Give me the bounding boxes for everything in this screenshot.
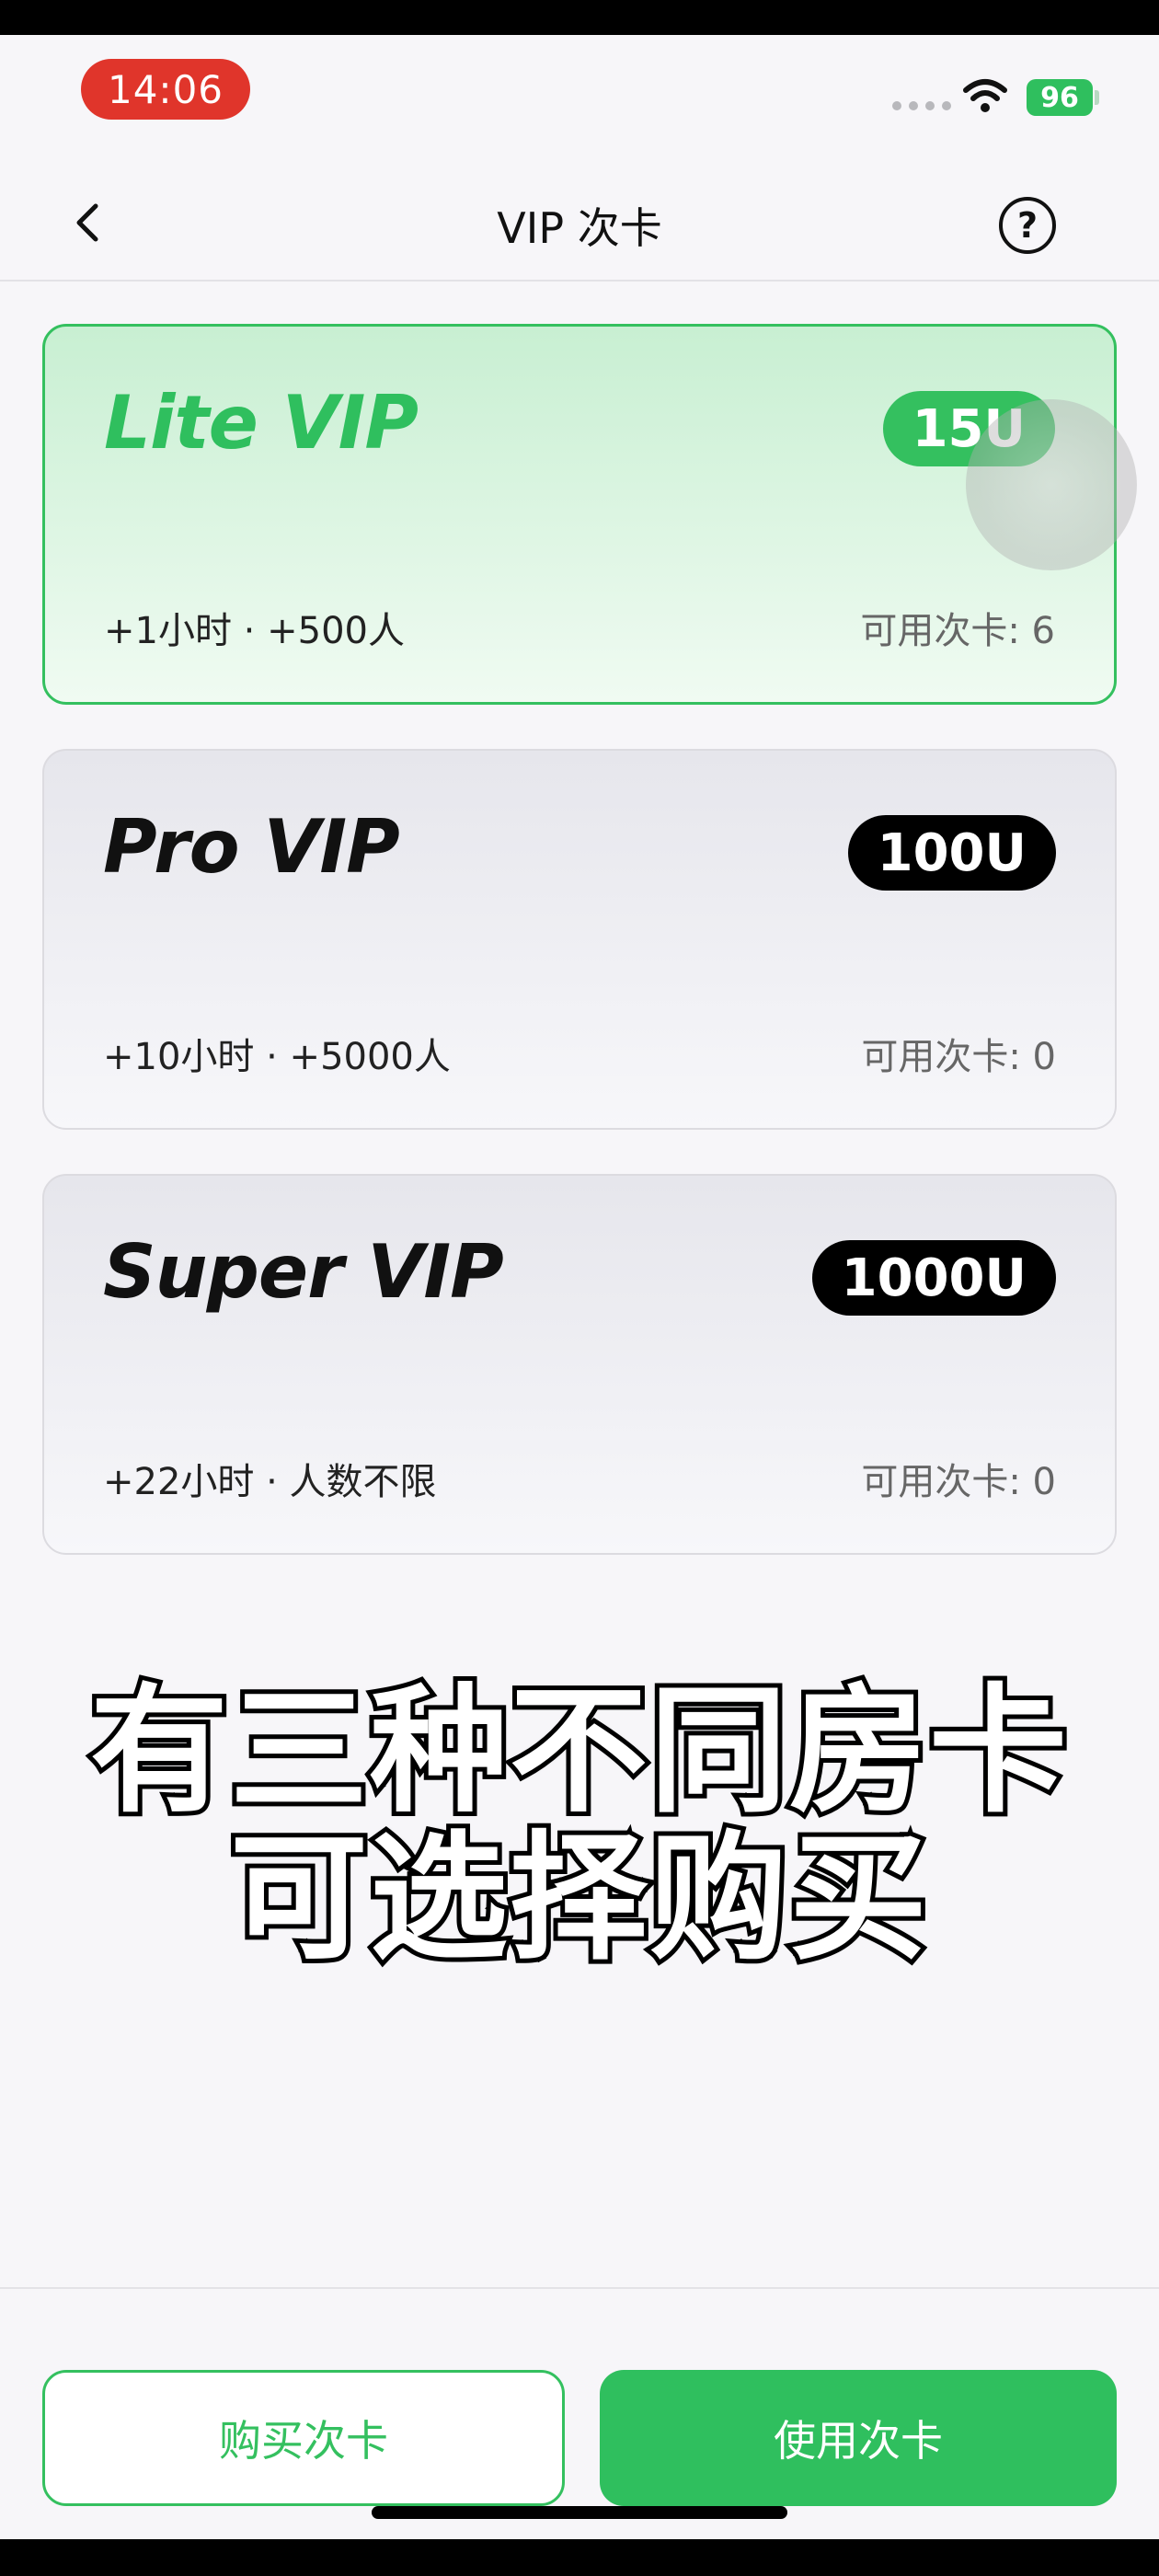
battery-nub xyxy=(1095,90,1099,105)
price-badge: 100U xyxy=(847,815,1056,891)
card-name: Super VIP xyxy=(103,1229,504,1315)
nav-bar: VIP 次卡 ? xyxy=(0,164,1159,282)
card-name: Pro VIP xyxy=(103,804,400,890)
touch-indicator xyxy=(966,399,1137,570)
bottom-action-bar: 购买次卡 使用次卡 xyxy=(0,2287,1159,2539)
card-available-count: 可用次卡: 0 xyxy=(861,1036,1056,1078)
card-benefits: +10小时 · +5000人 xyxy=(103,1036,451,1078)
help-glyph: ? xyxy=(1016,205,1039,246)
card-available-count: 可用次卡: 6 xyxy=(860,610,1055,652)
card-benefits: +22小时 · 人数不限 xyxy=(103,1461,437,1503)
card-benefits: +1小时 · +500人 xyxy=(104,610,405,652)
buy-card-button[interactable]: 购买次卡 xyxy=(42,2370,565,2506)
battery-icon: 96 xyxy=(1027,79,1093,116)
vip-card-pro[interactable]: Pro VIP 100U +10小时 · +5000人 可用次卡: 0 xyxy=(42,749,1117,1130)
help-question-icon[interactable]: ? xyxy=(999,197,1056,254)
caption-line-2: 可选择购买 xyxy=(225,1814,932,1984)
vip-card-super[interactable]: Super VIP 1000U +22小时 · 人数不限 可用次卡: 0 xyxy=(42,1174,1117,1555)
battery-level: 96 xyxy=(1040,81,1079,114)
status-time: 14:06 xyxy=(81,59,250,120)
cellular-signal-icon xyxy=(892,101,951,110)
use-card-button[interactable]: 使用次卡 xyxy=(600,2370,1117,2506)
card-available-count: 可用次卡: 0 xyxy=(861,1461,1056,1503)
vip-card-lite[interactable]: Lite VIP 15U +1小时 · +500人 可用次卡: 6 xyxy=(42,324,1117,705)
card-name: Lite VIP xyxy=(104,380,419,466)
home-indicator[interactable] xyxy=(372,2506,787,2519)
page-title: VIP 次卡 xyxy=(497,203,662,253)
wifi-icon xyxy=(963,79,1007,112)
screen: 14:06 96 VIP 次卡 ? Lite VIP 15U +1小时 · +5… xyxy=(0,35,1159,2539)
price-badge: 1000U xyxy=(811,1240,1056,1316)
